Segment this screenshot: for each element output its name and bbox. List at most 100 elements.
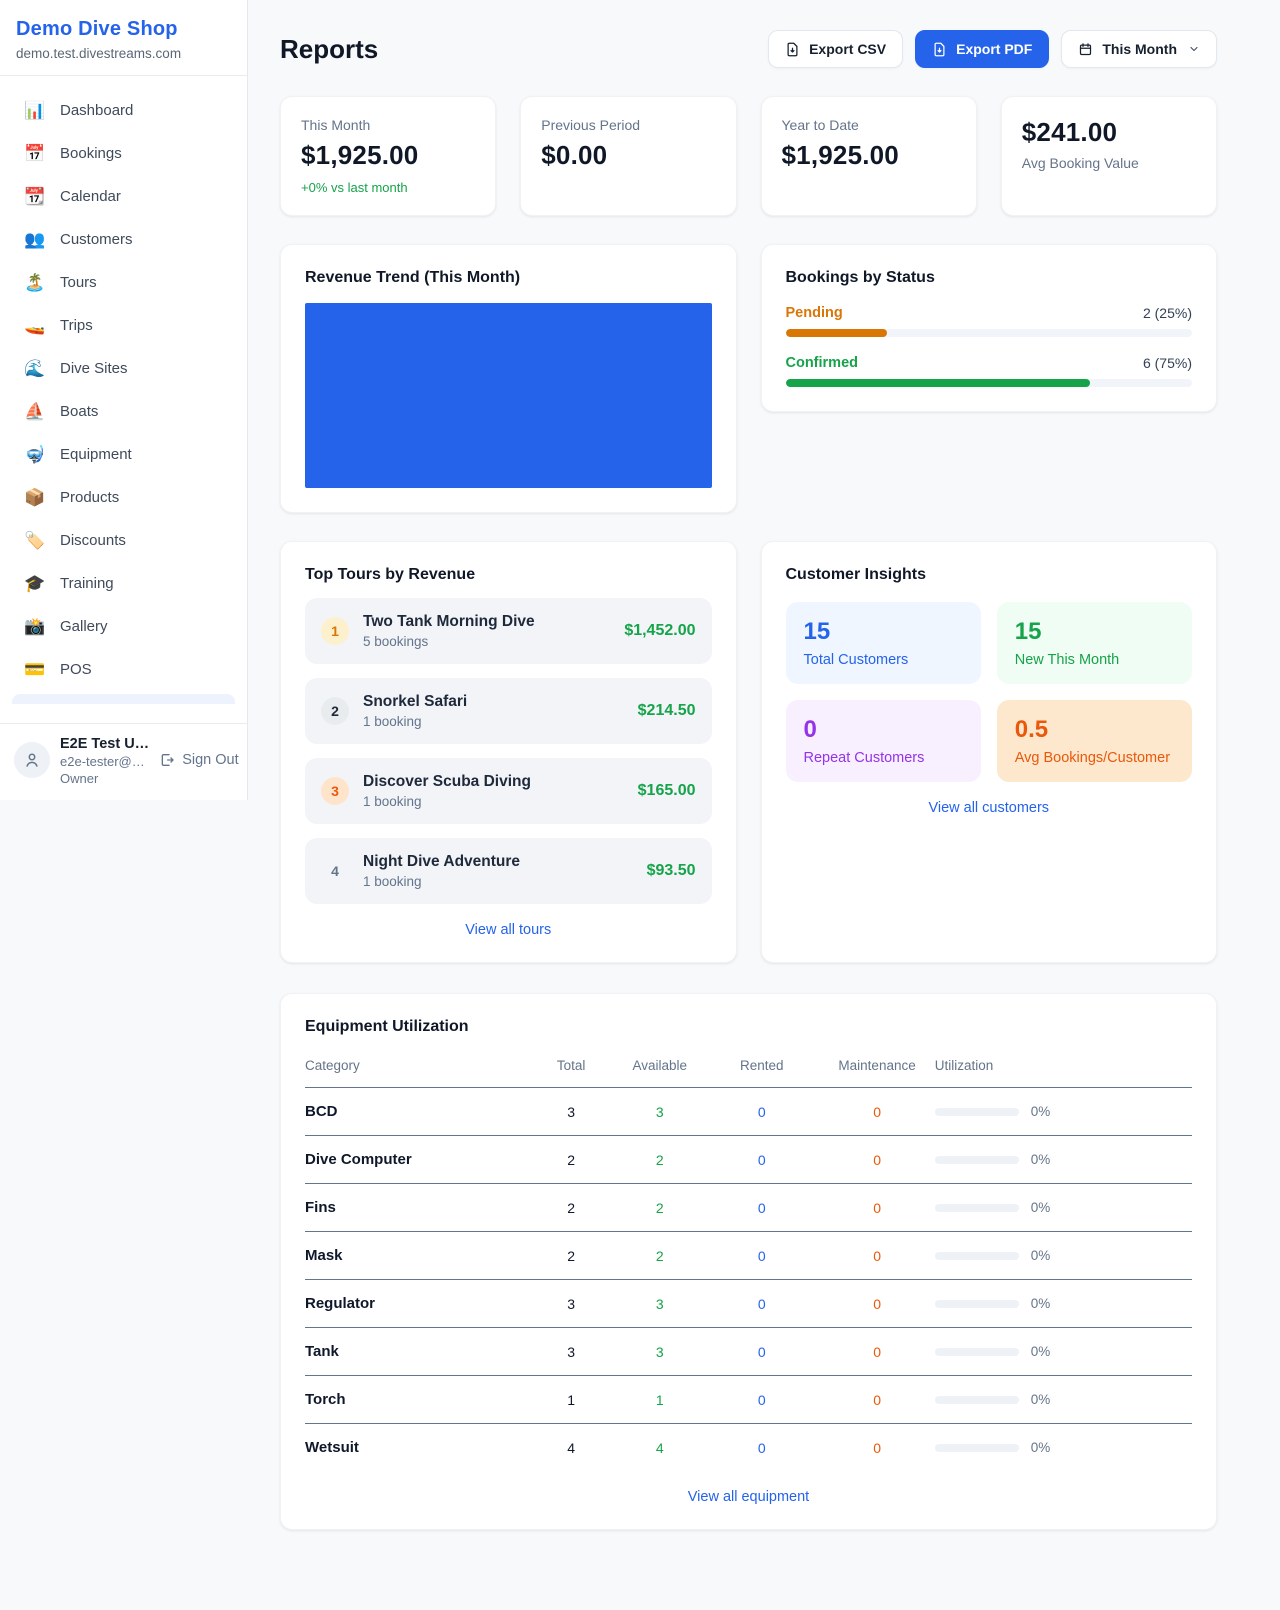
table-row: Torch 1 1 0 0 0% xyxy=(305,1376,1192,1424)
rank-badge: 2 xyxy=(321,697,349,725)
sidebar-item-equipment[interactable]: 🤿 Equipment xyxy=(0,436,247,472)
rank-badge: 3 xyxy=(321,777,349,805)
cell-utilization: 0% xyxy=(935,1280,1192,1328)
cell-rented: 0 xyxy=(704,1136,819,1184)
tour-bookings: 5 bookings xyxy=(363,634,535,649)
insight-label: Repeat Customers xyxy=(804,750,963,766)
utilization-percent: 0% xyxy=(1031,1344,1051,1359)
view-all-tours-link[interactable]: View all tours xyxy=(305,922,712,938)
view-all-customers-link[interactable]: View all customers xyxy=(786,800,1193,816)
tour-name: Two Tank Morning Dive xyxy=(363,613,535,631)
cell-available: 3 xyxy=(615,1280,704,1328)
sidebar-item-tours[interactable]: 🏝️ Tours xyxy=(0,264,247,300)
stat-card-previous-period: Previous Period $0.00 xyxy=(520,96,736,216)
island-icon: 🏝️ xyxy=(24,274,46,291)
cell-maintenance: 0 xyxy=(819,1136,934,1184)
insights-row: Top Tours by Revenue 1 Two Tank Morning … xyxy=(280,541,1217,963)
export-pdf-button[interactable]: Export PDF xyxy=(915,30,1049,68)
cell-category: Wetsuit xyxy=(305,1424,527,1472)
sidebar-item-dashboard[interactable]: 📊 Dashboard xyxy=(0,92,247,128)
cell-utilization: 0% xyxy=(935,1088,1192,1136)
col-total: Total xyxy=(527,1050,616,1088)
sidebar-item-calendar[interactable]: 📆 Calendar xyxy=(0,178,247,214)
user-info: E2E Test U… e2e-tester@… Owner xyxy=(60,736,149,786)
view-all-equipment-link[interactable]: View all equipment xyxy=(305,1489,1192,1505)
cell-rented: 0 xyxy=(704,1328,819,1376)
calendar-date-icon: 📅 xyxy=(24,145,46,162)
sidebar-item-pos[interactable]: 💳 POS xyxy=(0,651,247,687)
insight-label: Total Customers xyxy=(804,652,963,668)
col-category: Category xyxy=(305,1050,527,1088)
insight-grid: 15 Total Customers 15 New This Month 0 R… xyxy=(786,602,1193,782)
insight-value: 15 xyxy=(804,618,963,646)
cell-total: 4 xyxy=(527,1424,616,1472)
table-row: Wetsuit 4 4 0 0 0% xyxy=(305,1424,1192,1472)
user-email: e2e-tester@… xyxy=(60,754,149,769)
cell-maintenance: 0 xyxy=(819,1232,934,1280)
sidebar-nav: 📊 Dashboard 📅 Bookings 📆 Calendar 👥 Cust… xyxy=(0,76,247,723)
sidebar-item-label: Tours xyxy=(60,274,97,291)
insight-tile-avg-bookings: 0.5 Avg Bookings/Customer xyxy=(997,700,1192,782)
customer-insights-card: Customer Insights 15 Total Customers 15 … xyxy=(761,541,1218,963)
chevron-down-icon xyxy=(1188,43,1200,55)
status-value: 2 (25%) xyxy=(1143,305,1192,321)
stat-value: $0.00 xyxy=(541,140,715,171)
col-maintenance: Maintenance xyxy=(819,1050,934,1088)
sidebar-item-bookings[interactable]: 📅 Bookings xyxy=(0,135,247,171)
sidebar-item-label: Dive Sites xyxy=(60,360,128,377)
sidebar-item-training[interactable]: 🎓 Training xyxy=(0,565,247,601)
rank-badge: 4 xyxy=(321,857,349,885)
cell-total: 2 xyxy=(527,1136,616,1184)
camera-icon: 📸 xyxy=(24,618,46,635)
stat-value: $241.00 xyxy=(1022,117,1196,148)
person-icon xyxy=(23,751,41,769)
stat-label: Avg Booking Value xyxy=(1022,155,1196,171)
cell-maintenance: 0 xyxy=(819,1088,934,1136)
cell-utilization: 0% xyxy=(935,1232,1192,1280)
stat-label: Year to Date xyxy=(782,117,956,133)
user-name: E2E Test U… xyxy=(60,736,149,752)
export-csv-label: Export CSV xyxy=(809,41,886,57)
insight-tile-total-customers: 15 Total Customers xyxy=(786,602,981,684)
sign-out-button[interactable]: Sign Out xyxy=(159,752,238,768)
cell-utilization: 0% xyxy=(935,1424,1192,1472)
sidebar-item-label: Trips xyxy=(60,317,93,334)
cell-category: BCD xyxy=(305,1088,527,1136)
sidebar-item-boats[interactable]: ⛵ Boats xyxy=(0,393,247,429)
sidebar-item-discounts[interactable]: 🏷️ Discounts xyxy=(0,522,247,558)
sidebar-item-products[interactable]: 📦 Products xyxy=(0,479,247,515)
tour-bookings: 1 booking xyxy=(363,794,531,809)
sidebar-item-trips[interactable]: 🚤 Trips xyxy=(0,307,247,343)
status-bar-fill xyxy=(786,329,888,337)
credit-card-icon: 💳 xyxy=(24,661,46,678)
sidebar-item-gallery[interactable]: 📸 Gallery xyxy=(0,608,247,644)
file-download-icon xyxy=(785,42,800,57)
page-header: Reports Export CSV Export PDF xyxy=(280,30,1217,68)
export-csv-button[interactable]: Export CSV xyxy=(768,30,903,68)
sidebar-item-partially-visible[interactable] xyxy=(12,694,235,704)
stat-card-this-month: This Month $1,925.00 +0% vs last month xyxy=(280,96,496,216)
cell-rented: 0 xyxy=(704,1280,819,1328)
utilization-percent: 0% xyxy=(1031,1104,1051,1119)
sidebar-item-customers[interactable]: 👥 Customers xyxy=(0,221,247,257)
cell-maintenance: 0 xyxy=(819,1376,934,1424)
charts-row: Revenue Trend (This Month) Bookings by S… xyxy=(280,244,1217,513)
utilization-percent: 0% xyxy=(1031,1392,1051,1407)
insight-value: 15 xyxy=(1015,618,1174,646)
tour-row: 2 Snorkel Safari 1 booking $214.50 xyxy=(305,678,712,744)
cell-rented: 0 xyxy=(704,1424,819,1472)
user-profile: E2E Test U… e2e-tester@… Owner Sign Out xyxy=(0,723,247,800)
equipment-table: Category Total Available Rented Maintena… xyxy=(305,1050,1192,1471)
header-actions: Export CSV Export PDF This Month xyxy=(768,30,1217,68)
tear-calendar-icon: 📆 xyxy=(24,188,46,205)
sidebar-item-dive-sites[interactable]: 🌊 Dive Sites xyxy=(0,350,247,386)
cell-rented: 0 xyxy=(704,1232,819,1280)
period-dropdown[interactable]: This Month xyxy=(1061,30,1217,68)
tour-row: 3 Discover Scuba Diving 1 booking $165.0… xyxy=(305,758,712,824)
table-row: Tank 3 3 0 0 0% xyxy=(305,1328,1192,1376)
rank-badge: 1 xyxy=(321,617,349,645)
revenue-trend-chart xyxy=(305,303,712,488)
utilization-bar-track xyxy=(935,1108,1019,1116)
tour-name: Discover Scuba Diving xyxy=(363,773,531,791)
grad-cap-icon: 🎓 xyxy=(24,575,46,592)
